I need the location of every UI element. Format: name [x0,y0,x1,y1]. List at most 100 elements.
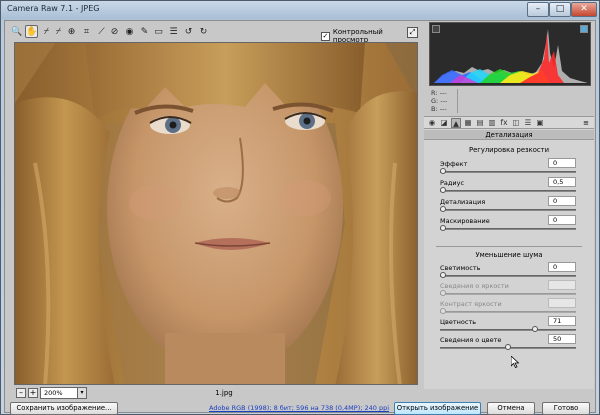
slider-value-field [548,298,576,308]
panel-menu-icon[interactable]: ≡ [581,118,591,128]
green-readout: G: --- [431,97,448,105]
tab-camera-calibration-icon[interactable]: ◫ [511,118,521,128]
slider-thumb [440,308,446,314]
cancel-button[interactable]: Отмена [487,402,535,415]
highlight-clipping-warning-icon[interactable] [580,25,588,33]
slider-track[interactable] [440,209,576,211]
workflow-options-link[interactable]: Adobe RGB (1998); 8 бит; 596 на 738 (0,4… [209,404,389,412]
crop-tool-icon[interactable]: ⌗ [80,25,93,38]
noise-slider-row: Сведения о цвете 50 [440,334,576,354]
sharpening-slider-row: Детализация 0 [440,196,576,216]
slider-thumb[interactable] [440,225,446,231]
histogram-graph [434,29,588,83]
rotate-ccw-icon[interactable]: ↺ [182,25,195,38]
slider-thumb[interactable] [532,326,539,332]
tab-tone-curve-icon[interactable]: ◪ [439,118,449,128]
spot-removal-tool-icon[interactable]: ⊘ [108,25,121,38]
slider-label: Сведения о яркости [440,282,509,290]
tab-hsl-icon[interactable]: ▦ [463,118,473,128]
sharpening-slider-row: Эффект 0 [440,158,576,178]
straighten-tool-icon[interactable]: ⟋ [95,25,108,38]
zoom-bar: – + 200% ▾ 1.jpg [14,387,418,401]
slider-track[interactable] [440,190,576,192]
slider-value-field[interactable]: 0 [548,262,576,272]
done-button[interactable]: Готово [542,402,590,415]
hand-tool-icon[interactable]: ✋ [25,25,38,38]
rotate-cw-icon[interactable]: ↻ [197,25,210,38]
slider-track [440,293,576,295]
zoom-level-select[interactable]: 200% [40,387,78,399]
tab-lens-icon[interactable]: ▥ [487,118,497,128]
noise-section-title: Уменьшение шума [475,251,543,259]
tab-detail-icon[interactable]: ▲ [451,118,461,128]
sharpening-slider-row: Радиус 0,5 [440,177,576,197]
targeted-adjustment-tool-icon[interactable]: ⊕ [65,25,78,38]
slider-label: Эффект [440,160,468,168]
slider-value-field[interactable]: 0 [548,158,576,168]
slider-thumb[interactable] [505,344,511,350]
adjustment-brush-icon[interactable]: ✎ [138,25,151,38]
open-image-button[interactable]: Открыть изображение [394,402,481,415]
slider-thumb[interactable] [440,206,446,212]
window-title: Camera Raw 7.1 - JPEG [7,4,100,13]
toolbar: 🔍 ✋ ⌿ ⌿ ⊕ ⌗ ⟋ ⊘ ◉ ✎ ▭ ☰ ↺ ↻ ✓ Контрольный просмотр ⤢ [7,24,419,44]
tab-effects-icon[interactable]: fx [499,118,509,128]
preferences-icon[interactable]: ☰ [167,25,180,38]
section-divider [436,246,582,247]
slider-value-field[interactable]: 0 [548,215,576,225]
color-sampler-tool-icon[interactable]: ⌿ [52,25,65,38]
preview-checkbox[interactable]: ✓ [321,31,330,41]
tab-presets-icon[interactable]: ☰ [523,118,533,128]
histogram [429,22,591,86]
file-name: 1.jpg [215,389,233,397]
slider-track[interactable] [440,329,576,331]
slider-track[interactable] [440,275,576,277]
minimize-button[interactable]: – [527,2,549,17]
slider-value-field [548,280,576,290]
slider-label: Цветность [440,318,477,326]
mouse-cursor-icon [511,356,519,368]
slider-thumb[interactable] [440,187,446,193]
portrait-photo [15,43,417,384]
slider-label: Маскирование [440,217,490,225]
blue-readout: B: --- [431,105,447,113]
zoom-out-button[interactable]: – [16,388,26,398]
graduated-filter-icon[interactable]: ▭ [152,25,165,38]
slider-thumb [440,290,446,296]
slider-track [440,311,576,313]
detail-panel: Детализация Регулировка резкости Эффект 0 Р… [424,129,594,389]
tab-snapshots-icon[interactable]: ▣ [535,118,545,128]
sharpening-slider-row: Маскирование 0 [440,215,576,235]
shadow-clipping-warning-icon[interactable] [432,25,440,33]
slider-track[interactable] [440,171,576,173]
footer-bar: Сохранить изображение... Adobe RGB (1998… [5,402,595,415]
slider-value-field[interactable]: 0,5 [548,177,576,187]
close-button[interactable]: ✕ [571,2,597,17]
save-image-button[interactable]: Сохранить изображение... [10,402,118,415]
slider-value-field[interactable]: 50 [548,334,576,344]
slider-thumb[interactable] [440,272,446,278]
camera-raw-window: Camera Raw 7.1 - JPEG – □ ✕ 🔍 ✋ ⌿ ⌿ ⊕ ⌗ ⟋ ⊘ ◉ ✎ ▭ ☰… [0,0,600,415]
slider-value-field[interactable]: 0 [548,196,576,206]
fullscreen-icon[interactable]: ⤢ [407,27,418,38]
chevron-down-icon[interactable]: ▾ [77,387,87,399]
title-bar[interactable]: Camera Raw 7.1 - JPEG – □ ✕ [1,1,599,19]
zoom-tool-icon[interactable]: 🔍 [10,25,23,38]
red-eye-tool-icon[interactable]: ◉ [123,25,136,38]
tab-basic-icon[interactable]: ◉ [427,118,437,128]
dialog-body: 🔍 ✋ ⌿ ⌿ ⊕ ⌗ ⟋ ⊘ ◉ ✎ ▭ ☰ ↺ ↻ ✓ Контрольный просмотр ⤢ [4,20,596,415]
slider-label: Светимость [440,264,481,272]
red-readout: R: --- [431,89,447,97]
slider-value-field[interactable]: 71 [548,316,576,326]
slider-label: Контраст яркости [440,300,502,308]
rgb-readout: R: --- G: --- B: --- [431,89,447,113]
maximize-button[interactable]: □ [549,2,571,17]
sharpening-section-title: Регулировка резкости [468,146,550,154]
slider-track[interactable] [440,228,576,230]
tab-split-toning-icon[interactable]: ▤ [475,118,485,128]
slider-label: Сведения о цвете [440,336,502,344]
slider-thumb[interactable] [440,168,446,174]
zoom-in-button[interactable]: + [28,388,38,398]
slider-label: Детализация [440,198,486,206]
image-preview[interactable] [14,42,418,385]
